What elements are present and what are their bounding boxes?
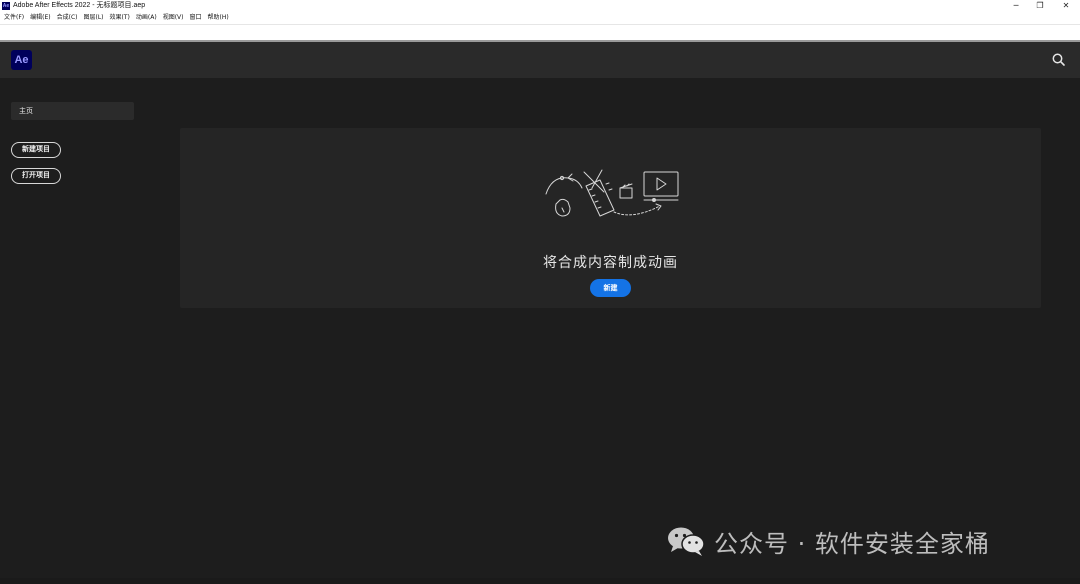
sidebar-item-home[interactable]: 主页 [11, 102, 134, 120]
home-header: Ae [0, 42, 1080, 78]
after-effects-window: Ae Adobe After Effects 2022 - 无标题项目.aep … [0, 0, 1080, 584]
status-strip [0, 578, 1080, 584]
watermark: 公众号 · 软件安装全家桶 [666, 523, 990, 559]
menu-effect[interactable]: 效果(T) [107, 12, 133, 24]
menu-composition[interactable]: 合成(C) [54, 12, 81, 24]
ae-logo: Ae [11, 50, 32, 70]
watermark-text: 公众号 · 软件安装全家桶 [714, 529, 990, 558]
hero-card: 将合成内容制成动画 新建 [180, 128, 1041, 308]
menu-window[interactable]: 窗口 [186, 12, 204, 24]
title-bar: Ae Adobe After Effects 2022 - 无标题项目.aep … [0, 0, 1080, 12]
app-icon: Ae [2, 2, 10, 10]
open-project-button[interactable]: 打开项目 [11, 168, 61, 184]
minimize-button[interactable]: ─ [1004, 0, 1028, 12]
menu-file[interactable]: 文件(F) [0, 12, 27, 24]
maximize-button[interactable]: ❐ [1028, 0, 1052, 12]
animation-illustration-icon [542, 166, 682, 222]
hero-heading: 将合成内容制成动画 [543, 255, 678, 271]
menu-bar: 文件(F) 编辑(E) 合成(C) 图层(L) 效果(T) 动画(A) 视图(V… [0, 12, 1080, 24]
wechat-icon [668, 527, 705, 556]
menu-animation[interactable]: 动画(A) [133, 12, 160, 24]
toolbar-strip [0, 24, 1080, 40]
menu-help[interactable]: 帮助(H) [205, 12, 232, 24]
close-button[interactable]: ✕ [1054, 0, 1078, 12]
window-title: Adobe After Effects 2022 - 无标题项目.aep [13, 2, 146, 9]
new-button[interactable]: 新建 [590, 279, 631, 297]
menu-view[interactable]: 视图(V) [160, 12, 187, 24]
search-icon[interactable] [1050, 51, 1068, 69]
new-project-button[interactable]: 新建项目 [11, 142, 61, 158]
menu-edit[interactable]: 编辑(E) [27, 12, 53, 24]
menu-layer[interactable]: 图层(L) [81, 12, 107, 24]
